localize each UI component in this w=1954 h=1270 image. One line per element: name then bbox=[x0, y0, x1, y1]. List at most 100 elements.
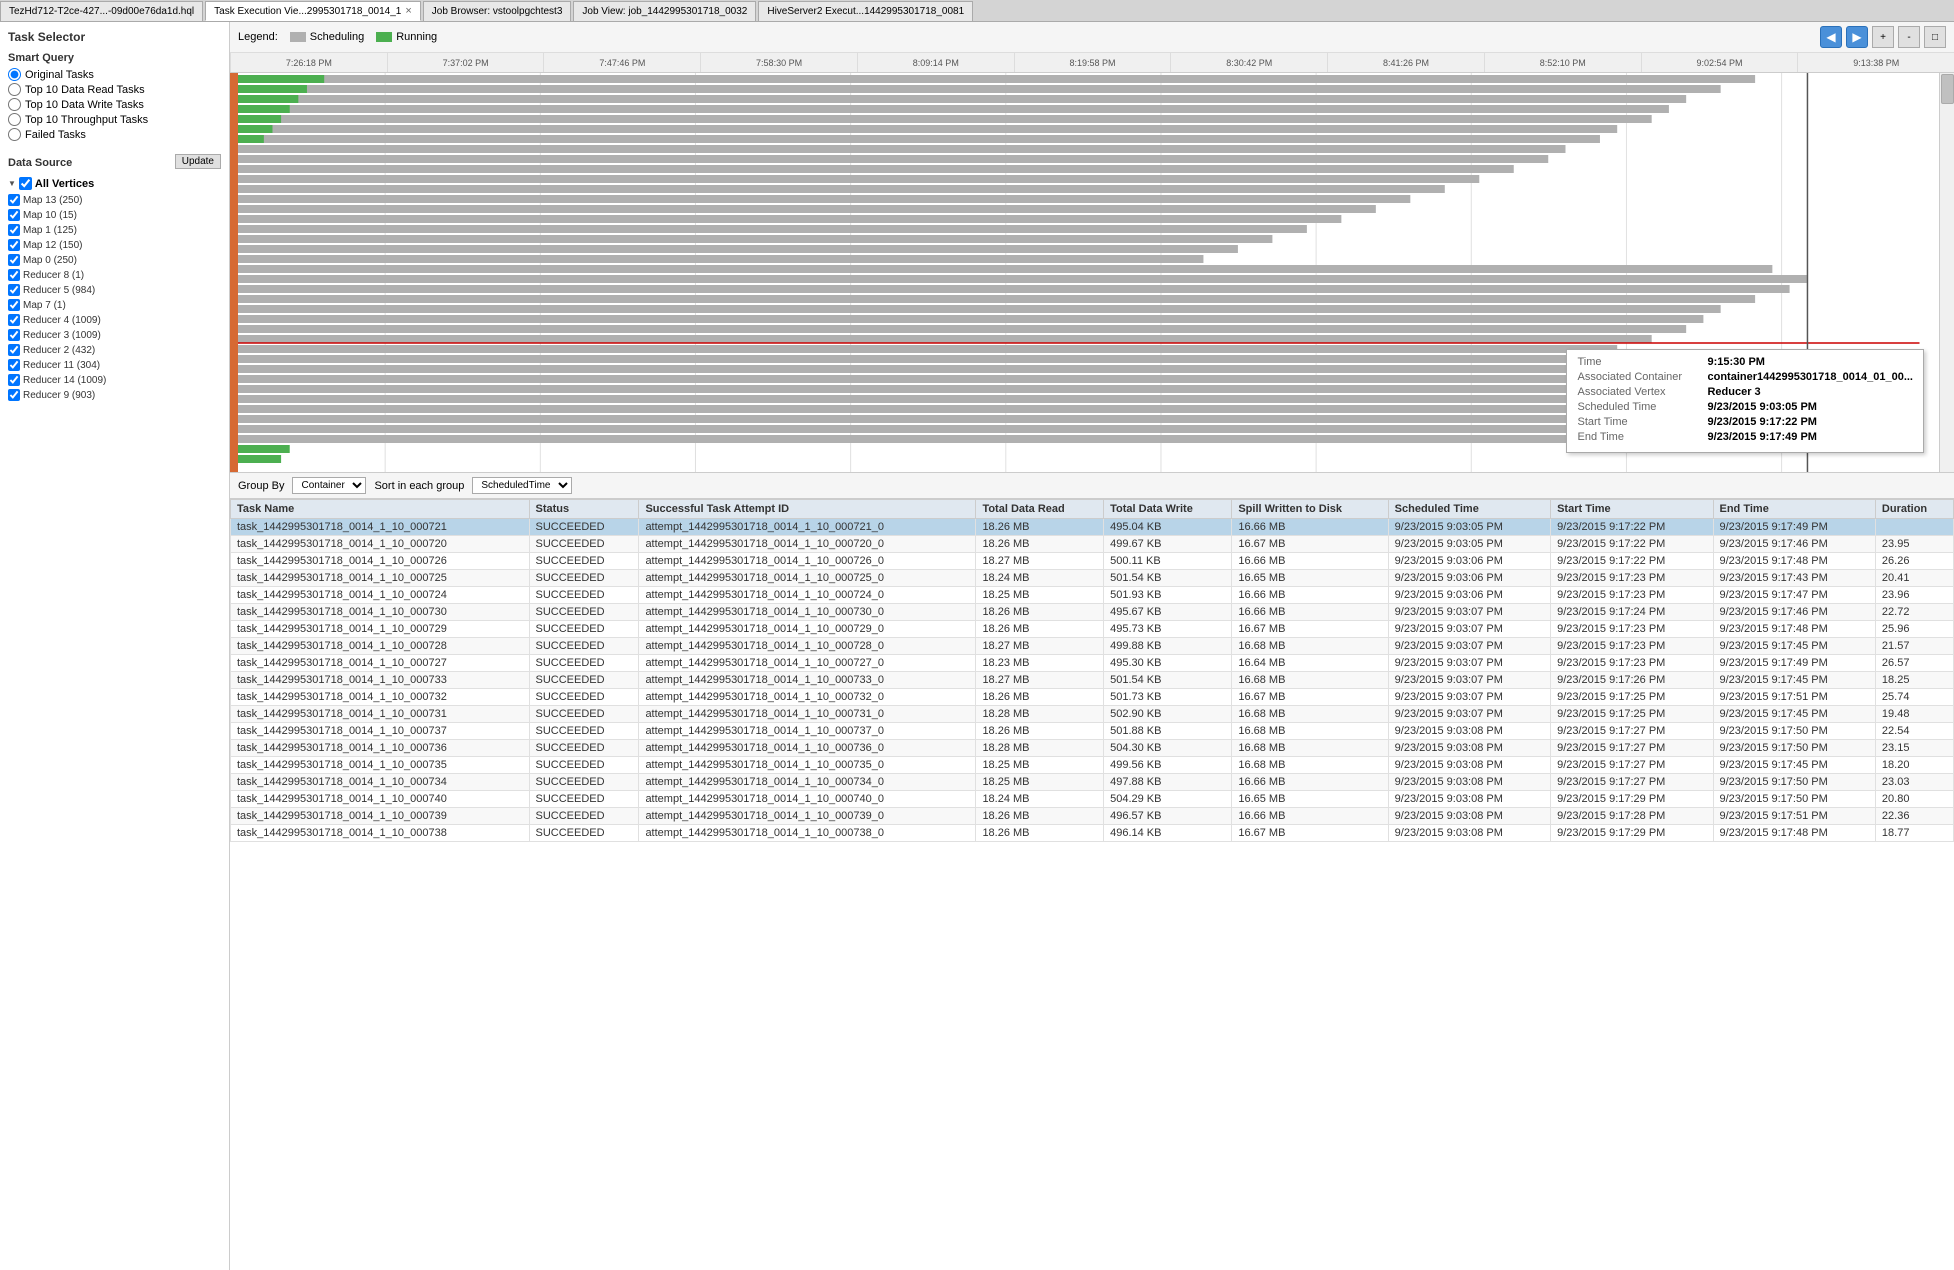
vertex-item-9: Reducer 3 (1009) bbox=[8, 328, 221, 342]
table-row[interactable]: task_1442995301718_0014_1_10_000740SUCCE… bbox=[231, 791, 1954, 808]
zoom-in-button[interactable]: + bbox=[1872, 26, 1894, 48]
vertex-checkbox-9[interactable] bbox=[8, 329, 20, 341]
fit-button[interactable]: □ bbox=[1924, 26, 1946, 48]
vertex-checkbox-11[interactable] bbox=[8, 359, 20, 371]
tab-tab2[interactable]: Task Execution Vie...2995301718_0014_1× bbox=[205, 1, 421, 21]
vertex-checkbox-13[interactable] bbox=[8, 389, 20, 401]
time-label-6: 8:30:42 PM bbox=[1170, 53, 1327, 72]
table-row[interactable]: task_1442995301718_0014_1_10_000726SUCCE… bbox=[231, 553, 1954, 570]
gantt-scrollbar[interactable] bbox=[1939, 73, 1954, 473]
table-row[interactable]: task_1442995301718_0014_1_10_000728SUCCE… bbox=[231, 638, 1954, 655]
vertex-checkbox-7[interactable] bbox=[8, 299, 20, 311]
scroll-right-button[interactable]: ▶ bbox=[1846, 26, 1868, 48]
table-cell-8: 9/23/2015 9:17:48 PM bbox=[1713, 621, 1875, 638]
table-cell-6: 9/23/2015 9:03:06 PM bbox=[1388, 570, 1550, 587]
table-cell-3: 18.24 MB bbox=[976, 791, 1104, 808]
sort-select[interactable]: ScheduledTime bbox=[472, 477, 572, 494]
time-label-4: 8:09:14 PM bbox=[857, 53, 1014, 72]
table-cell-9: 26.26 bbox=[1875, 553, 1953, 570]
col-end-time[interactable]: End Time bbox=[1713, 500, 1875, 519]
tab-close-tab2[interactable]: × bbox=[405, 5, 411, 17]
col-data-read[interactable]: Total Data Read bbox=[976, 500, 1104, 519]
table-cell-2: attempt_1442995301718_0014_1_10_000720_0 bbox=[639, 536, 976, 553]
vertex-checkbox-12[interactable] bbox=[8, 374, 20, 386]
vertex-label-1: Map 10 (15) bbox=[23, 210, 77, 221]
table-cell-5: 16.66 MB bbox=[1232, 774, 1388, 791]
update-button[interactable]: Update bbox=[175, 154, 221, 169]
table-cell-9: 23.96 bbox=[1875, 587, 1953, 604]
col-scheduled-time[interactable]: Scheduled Time bbox=[1388, 500, 1550, 519]
table-cell-2: attempt_1442995301718_0014_1_10_000739_0 bbox=[639, 808, 976, 825]
vertex-item-11: Reducer 11 (304) bbox=[8, 358, 221, 372]
table-cell-0: task_1442995301718_0014_1_10_000725 bbox=[231, 570, 530, 587]
radio-top10-write[interactable]: Top 10 Data Write Tasks bbox=[8, 98, 221, 111]
tab-tab4[interactable]: Job View: job_1442995301718_0032 bbox=[573, 1, 756, 21]
table-cell-3: 18.27 MB bbox=[976, 553, 1104, 570]
table-cell-9 bbox=[1875, 519, 1953, 536]
table-row[interactable]: task_1442995301718_0014_1_10_000736SUCCE… bbox=[231, 740, 1954, 757]
table-row[interactable]: task_1442995301718_0014_1_10_000731SUCCE… bbox=[231, 706, 1954, 723]
vertex-checkbox-5[interactable] bbox=[8, 269, 20, 281]
vertex-item-8: Reducer 4 (1009) bbox=[8, 313, 221, 327]
table-cell-1: SUCCEEDED bbox=[529, 689, 639, 706]
col-start-time[interactable]: Start Time bbox=[1551, 500, 1713, 519]
table-row[interactable]: task_1442995301718_0014_1_10_000733SUCCE… bbox=[231, 672, 1954, 689]
table-cell-3: 18.26 MB bbox=[976, 536, 1104, 553]
table-cell-5: 16.68 MB bbox=[1232, 672, 1388, 689]
table-cell-9: 18.25 bbox=[1875, 672, 1953, 689]
tab-tab1[interactable]: TezHd712-T2ce-427...-09d00e76da1d.hql bbox=[0, 1, 203, 21]
table-row[interactable]: task_1442995301718_0014_1_10_000729SUCCE… bbox=[231, 621, 1954, 638]
scheduling-color-box bbox=[290, 32, 306, 42]
table-cell-0: task_1442995301718_0014_1_10_000740 bbox=[231, 791, 530, 808]
scroll-left-button[interactable]: ◀ bbox=[1820, 26, 1842, 48]
table-row[interactable]: task_1442995301718_0014_1_10_000734SUCCE… bbox=[231, 774, 1954, 791]
col-attempt-id[interactable]: Successful Task Attempt ID bbox=[639, 500, 976, 519]
vertex-checkbox-8[interactable] bbox=[8, 314, 20, 326]
table-row[interactable]: task_1442995301718_0014_1_10_000725SUCCE… bbox=[231, 570, 1954, 587]
table-cell-4: 495.04 KB bbox=[1104, 519, 1232, 536]
vertex-checkbox-2[interactable] bbox=[8, 224, 20, 236]
table-row[interactable]: task_1442995301718_0014_1_10_000737SUCCE… bbox=[231, 723, 1954, 740]
table-cell-7: 9/23/2015 9:17:23 PM bbox=[1551, 587, 1713, 604]
vertex-checkbox-0[interactable] bbox=[8, 194, 20, 206]
table-row[interactable]: task_1442995301718_0014_1_10_000720SUCCE… bbox=[231, 536, 1954, 553]
table-row[interactable]: task_1442995301718_0014_1_10_000738SUCCE… bbox=[231, 825, 1954, 842]
tab-tab5[interactable]: HiveServer2 Execut...1442995301718_0081 bbox=[758, 1, 973, 21]
all-vertices-checkbox[interactable] bbox=[19, 177, 32, 190]
table-row[interactable]: task_1442995301718_0014_1_10_000730SUCCE… bbox=[231, 604, 1954, 621]
vertex-checkbox-1[interactable] bbox=[8, 209, 20, 221]
table-header-row: Task Name Status Successful Task Attempt… bbox=[231, 500, 1954, 519]
table-row[interactable]: task_1442995301718_0014_1_10_000721SUCCE… bbox=[231, 519, 1954, 536]
radio-failed[interactable]: Failed Tasks bbox=[8, 128, 221, 141]
zoom-out-button[interactable]: - bbox=[1898, 26, 1920, 48]
group-by-select[interactable]: Container bbox=[292, 477, 366, 494]
table-cell-4: 500.11 KB bbox=[1104, 553, 1232, 570]
vertex-checkbox-4[interactable] bbox=[8, 254, 20, 266]
scrollbar-thumb[interactable] bbox=[1941, 74, 1954, 104]
radio-original-tasks[interactable]: Original Tasks bbox=[8, 68, 221, 81]
col-task-name[interactable]: Task Name bbox=[231, 500, 530, 519]
table-row[interactable]: task_1442995301718_0014_1_10_000735SUCCE… bbox=[231, 757, 1954, 774]
vertex-checkbox-6[interactable] bbox=[8, 284, 20, 296]
table-cell-2: attempt_1442995301718_0014_1_10_000721_0 bbox=[639, 519, 976, 536]
vertex-checkbox-10[interactable] bbox=[8, 344, 20, 356]
tooltip-vertex-value: Reducer 3 bbox=[1707, 386, 1760, 398]
col-duration[interactable]: Duration bbox=[1875, 500, 1953, 519]
table-row[interactable]: task_1442995301718_0014_1_10_000732SUCCE… bbox=[231, 689, 1954, 706]
table-row[interactable]: task_1442995301718_0014_1_10_000739SUCCE… bbox=[231, 808, 1954, 825]
table-row[interactable]: task_1442995301718_0014_1_10_000724SUCCE… bbox=[231, 587, 1954, 604]
radio-top10-read[interactable]: Top 10 Data Read Tasks bbox=[8, 83, 221, 96]
vertex-checkbox-3[interactable] bbox=[8, 239, 20, 251]
table-cell-0: task_1442995301718_0014_1_10_000727 bbox=[231, 655, 530, 672]
col-spill[interactable]: Spill Written to Disk bbox=[1232, 500, 1388, 519]
table-cell-5: 16.68 MB bbox=[1232, 706, 1388, 723]
table-row[interactable]: task_1442995301718_0014_1_10_000727SUCCE… bbox=[231, 655, 1954, 672]
table-cell-3: 18.26 MB bbox=[976, 604, 1104, 621]
table-cell-2: attempt_1442995301718_0014_1_10_000731_0 bbox=[639, 706, 976, 723]
col-status[interactable]: Status bbox=[529, 500, 639, 519]
radio-top10-throughput[interactable]: Top 10 Throughput Tasks bbox=[8, 113, 221, 126]
vertex-label-3: Map 12 (150) bbox=[23, 240, 82, 251]
col-data-write[interactable]: Total Data Write bbox=[1104, 500, 1232, 519]
vertex-item-5: Reducer 8 (1) bbox=[8, 268, 221, 282]
tab-tab3[interactable]: Job Browser: vstoolpgchtest3 bbox=[423, 1, 572, 21]
